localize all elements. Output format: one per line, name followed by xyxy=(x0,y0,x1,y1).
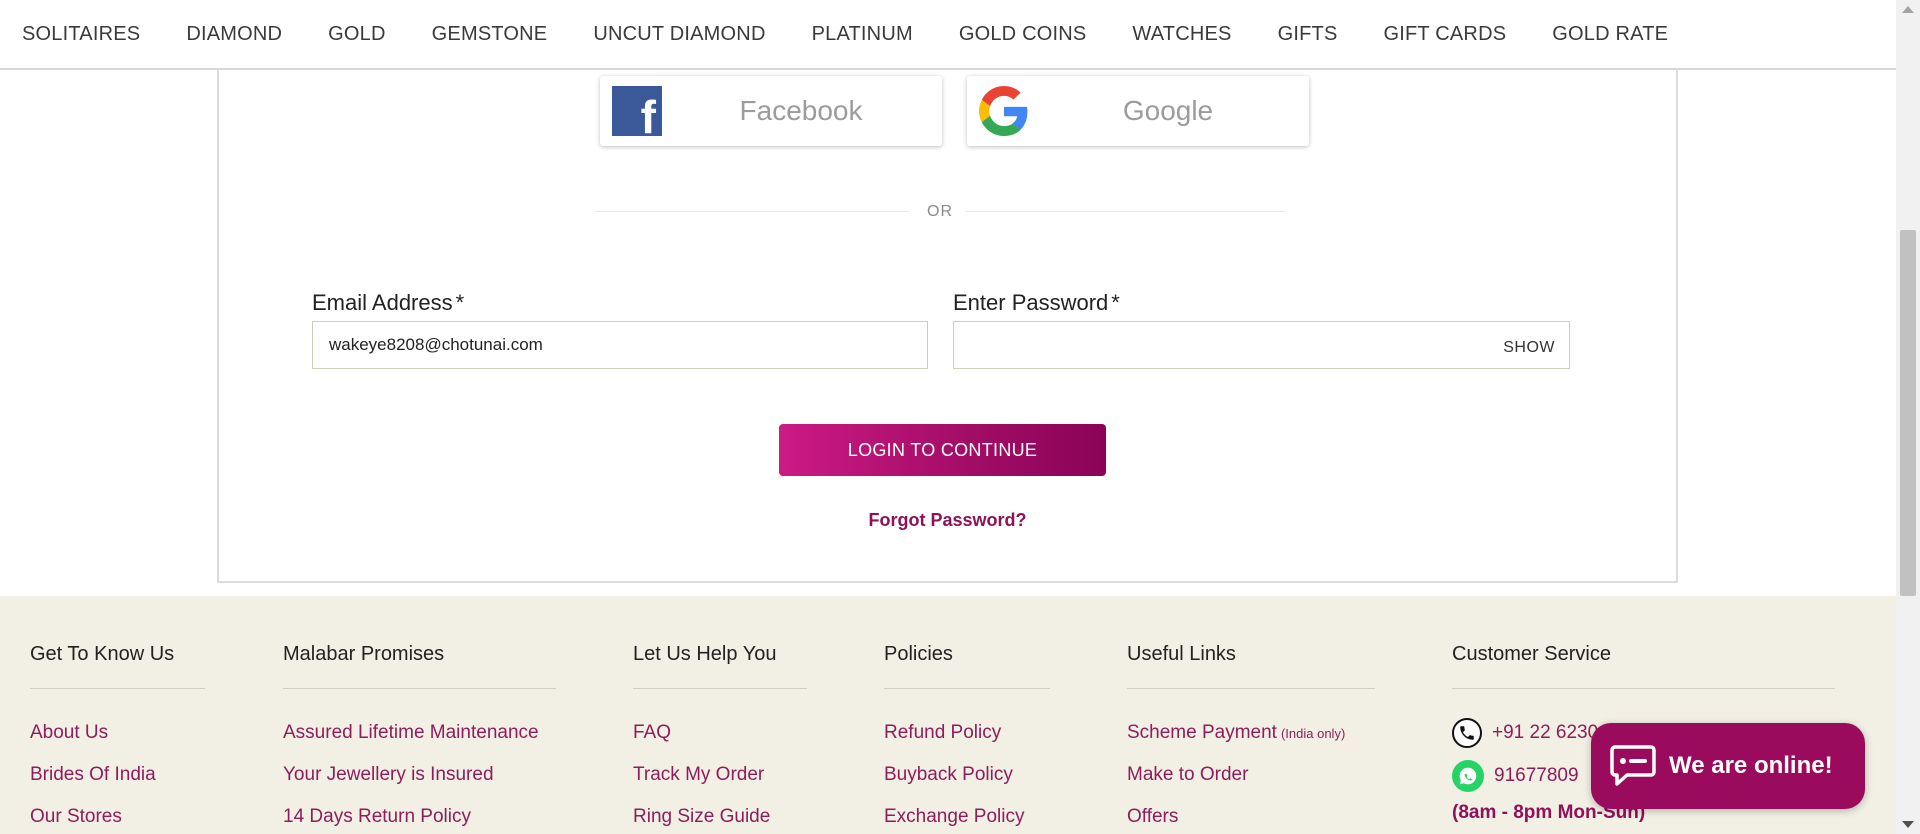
footer-rule xyxy=(1452,688,1835,689)
google-label: Google xyxy=(1122,95,1214,126)
nav-item-solitaires[interactable]: SOLITAIRES xyxy=(22,23,140,46)
nav-item-platinum[interactable]: PLATINUM xyxy=(812,23,913,46)
nav-item-gift-cards[interactable]: GIFT CARDS xyxy=(1384,23,1507,46)
nav-item-gold-rate[interactable]: GOLD RATE xyxy=(1552,23,1668,46)
whatsapp-number: 91677809 xyxy=(1494,765,1579,786)
nav-item-gold-coins[interactable]: GOLD COINS xyxy=(959,23,1087,46)
footer-link-lifetime-maintenance[interactable]: Assured Lifetime Maintenance xyxy=(283,722,539,744)
footer-link-offers[interactable]: Offers xyxy=(1127,806,1178,828)
footer-link-exchange-policy[interactable]: Exchange Policy xyxy=(884,806,1024,828)
password-required-mark: * xyxy=(1111,290,1120,315)
chat-widget-button[interactable]: We are online! xyxy=(1591,723,1865,809)
footer-heading: Let Us Help You xyxy=(633,643,777,665)
email-label: Email Address * xyxy=(312,290,464,316)
footer-link-our-stores[interactable]: Our Stores xyxy=(30,806,122,828)
email-required-mark: * xyxy=(455,290,465,315)
footer-link-faq[interactable]: FAQ xyxy=(633,722,671,744)
footer-heading: Malabar Promises xyxy=(283,643,445,665)
footer-link-scheme-payment[interactable]: Scheme Payment (India only) xyxy=(1127,722,1345,744)
footer-heading: Useful Links xyxy=(1127,643,1236,665)
facebook-login-button[interactable]: f Facebook xyxy=(600,76,942,146)
footer-link-refund-policy[interactable]: Refund Policy xyxy=(884,722,1001,744)
footer-link-return-policy[interactable]: 14 Days Return Policy xyxy=(283,806,471,828)
nav-item-watches[interactable]: WATCHES xyxy=(1132,23,1231,46)
login-card: f Facebook Google OR Email Address * wake… xyxy=(217,70,1678,583)
scroll-up-icon[interactable] xyxy=(1902,6,1914,13)
facebook-label: Facebook xyxy=(739,95,863,126)
footer-rule xyxy=(283,688,556,689)
whatsapp-icon xyxy=(1452,760,1484,792)
footer-link-brides-of-india[interactable]: Brides Of India xyxy=(30,764,156,786)
scheme-payment-note: (India only) xyxy=(1280,726,1346,741)
nav-item-gold[interactable]: GOLD xyxy=(328,23,385,46)
password-label-text: Enter Password xyxy=(953,290,1109,315)
nav-item-diamond[interactable]: DIAMOND xyxy=(186,23,282,46)
top-navigation: SOLITAIRES DIAMOND GOLD GEMSTONE UNCUT D… xyxy=(0,0,1896,70)
google-login-button[interactable]: Google xyxy=(967,76,1309,146)
email-label-text: Email Address xyxy=(312,290,453,315)
phone-number: +91 22 6230 xyxy=(1492,722,1599,743)
footer-rule xyxy=(1127,688,1375,689)
customer-service-whatsapp[interactable]: 91677809 xyxy=(1452,760,1579,792)
email-field[interactable]: wakeye8208@chotunai.com xyxy=(312,321,928,369)
chat-bubble-icon xyxy=(1610,745,1656,786)
scroll-down-icon[interactable] xyxy=(1902,821,1914,828)
footer-rule xyxy=(633,688,807,689)
divider-line-right xyxy=(966,211,1286,212)
or-divider: OR xyxy=(594,200,1286,224)
page-scrollbar[interactable] xyxy=(1896,0,1920,834)
footer-heading: Get To Know Us xyxy=(30,643,175,665)
show-password-toggle[interactable]: SHOW xyxy=(1503,339,1555,357)
scrollbar-thumb[interactable] xyxy=(1900,230,1916,596)
footer-rule xyxy=(30,688,205,689)
footer-link-buyback-policy[interactable]: Buyback Policy xyxy=(884,764,1013,786)
nav-item-gifts[interactable]: GIFTS xyxy=(1278,23,1338,46)
customer-service-phone[interactable]: +91 22 6230 xyxy=(1452,718,1598,748)
footer-rule xyxy=(884,688,1050,689)
footer-link-about-us[interactable]: About Us xyxy=(30,722,108,744)
footer-link-make-to-order[interactable]: Make to Order xyxy=(1127,764,1248,786)
or-text: OR xyxy=(927,203,953,220)
scheme-payment-label: Scheme Payment xyxy=(1127,722,1277,743)
footer-heading: Policies xyxy=(884,643,953,665)
email-value: wakeye8208@chotunai.com xyxy=(329,335,543,354)
footer-heading: Customer Service xyxy=(1452,643,1611,665)
nav-item-gemstone[interactable]: GEMSTONE xyxy=(432,23,548,46)
forgot-password-link[interactable]: Forgot Password? xyxy=(219,510,1676,531)
password-field[interactable]: SHOW xyxy=(953,321,1570,369)
phone-icon xyxy=(1452,718,1482,748)
footer-link-jewellery-insured[interactable]: Your Jewellery is Insured xyxy=(283,764,494,786)
password-label: Enter Password * xyxy=(953,290,1120,316)
login-button[interactable]: LOGIN TO CONTINUE xyxy=(779,424,1106,476)
footer-link-ring-size-guide[interactable]: Ring Size Guide xyxy=(633,806,770,828)
nav-item-uncut-diamond[interactable]: UNCUT DIAMOND xyxy=(593,23,765,46)
footer-link-track-order[interactable]: Track My Order xyxy=(633,764,764,786)
chat-label: We are online! xyxy=(1669,752,1833,779)
